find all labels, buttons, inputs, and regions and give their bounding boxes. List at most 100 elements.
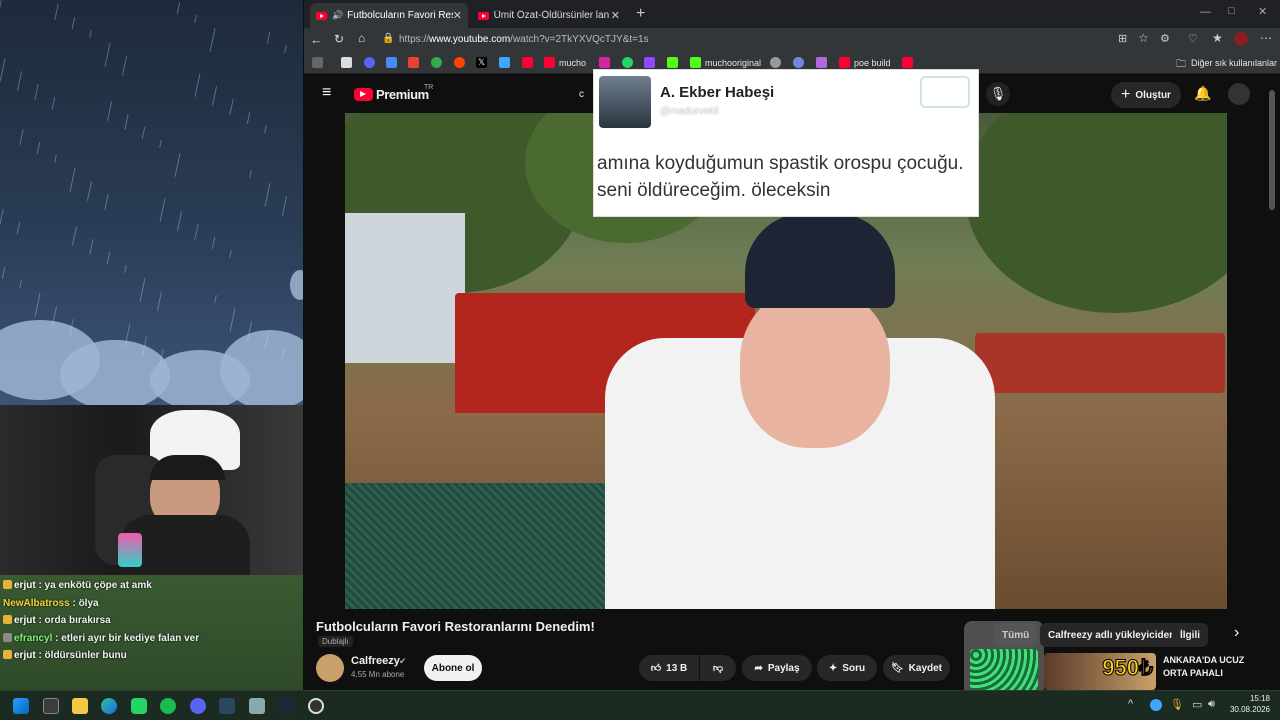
chip-related[interactable]: İlgili	[1172, 623, 1208, 647]
raindrop	[176, 211, 183, 231]
steam-icon[interactable]	[219, 698, 235, 714]
profile-avatar[interactable]	[1234, 32, 1248, 46]
create-button[interactable]: + Oluştur	[1111, 82, 1181, 108]
app-view-icon[interactable]: ⊞	[1118, 32, 1127, 45]
sub-badge-icon	[3, 650, 12, 659]
gmail-icon[interactable]	[408, 57, 419, 68]
kick-icon[interactable]	[690, 57, 701, 68]
youtube-bookmark-icon[interactable]	[522, 57, 533, 68]
tab-futbolcularin[interactable]: 🔊 Futbolcuların Favori Restoranl ✕	[310, 3, 468, 28]
bookmark-icon[interactable]	[770, 57, 781, 68]
address-bar: ← ↻ ⌂ 🔒 https://www.youtube.com/watch?v=…	[304, 28, 1280, 52]
tray-app-icon[interactable]	[1150, 699, 1162, 711]
windows-start-icon[interactable]	[13, 698, 29, 714]
save-button[interactable]: 🔖︎ Kaydet	[883, 655, 950, 681]
minimize-icon[interactable]: —	[1200, 6, 1211, 18]
discord-icon[interactable]	[190, 698, 206, 714]
collections-icon[interactable]: ★	[1212, 31, 1223, 45]
bookmark-icon[interactable]	[816, 57, 827, 68]
tray-chevron-icon[interactable]: ^	[1128, 698, 1133, 710]
spotify-icon[interactable]	[160, 698, 176, 714]
webcam-feed	[0, 405, 303, 575]
close-tab-icon[interactable]: ✕	[611, 9, 620, 22]
bookmark-mucho[interactable]: mucho	[559, 58, 586, 68]
bookmark-icon[interactable]	[386, 57, 397, 68]
discord-icon[interactable]	[364, 57, 375, 68]
channel-name[interactable]: Calfreezy	[351, 655, 400, 667]
x-icon[interactable]: 𝕏	[476, 57, 487, 68]
share-button[interactable]: ➦ Paylaş	[742, 655, 812, 681]
kick-icon[interactable]	[667, 57, 678, 68]
back-icon[interactable]: ←	[310, 32, 323, 47]
clock-date[interactable]: 30.08.2026	[1226, 705, 1270, 714]
share-icon: ➦	[754, 662, 763, 674]
bookmark-icon[interactable]	[312, 57, 323, 68]
recommended-title-line2[interactable]: ORTA PAHALI	[1163, 668, 1223, 678]
clock-time[interactable]: 15:18	[1236, 694, 1270, 703]
url-field[interactable]: https://www.youtube.com/watch?v=2TkYXVQc…	[399, 31, 1119, 49]
obs-icon[interactable]	[308, 698, 324, 714]
more-menu-icon[interactable]: ⋯	[1260, 31, 1272, 45]
reload-icon[interactable]: ↻	[334, 32, 344, 46]
extensions-icon[interactable]: ⚙	[1160, 32, 1170, 45]
edge-icon[interactable]	[101, 698, 117, 714]
task-view-icon[interactable]	[43, 698, 59, 714]
file-explorer-icon[interactable]	[72, 698, 88, 714]
app-icon[interactable]	[249, 698, 265, 714]
whatsapp-icon[interactable]	[622, 57, 633, 68]
ask-button[interactable]: ✦ Soru	[817, 655, 877, 681]
microphone-tray-icon[interactable]: 🎙	[1170, 698, 1184, 711]
youtube-icon	[316, 11, 327, 20]
account-avatar[interactable]	[1228, 83, 1250, 105]
other-favorites[interactable]: Diğer sık kullanılanlar	[1191, 58, 1277, 68]
instagram-icon[interactable]	[599, 57, 610, 68]
microphone-icon[interactable]: 🎙	[986, 82, 1010, 106]
follow-icon	[920, 76, 970, 108]
close-window-icon[interactable]: ✕	[1258, 5, 1267, 18]
hamburger-menu-icon[interactable]: ≡	[322, 84, 331, 102]
twitch-icon[interactable]	[644, 57, 655, 68]
raindrop	[86, 181, 93, 201]
raindrop	[71, 226, 78, 246]
chip-uploader[interactable]: Calfreezy adlı yükleyiciden	[1040, 623, 1184, 647]
google-icon[interactable]	[431, 57, 442, 68]
bookmark-icon[interactable]	[341, 57, 352, 68]
raindrop	[89, 239, 94, 255]
youtube-bookmark-icon[interactable]	[544, 57, 555, 68]
home-icon[interactable]: ⌂	[358, 31, 365, 45]
steam-icon[interactable]	[278, 698, 294, 714]
channel-avatar[interactable]	[316, 654, 344, 682]
tab-umit-ozat[interactable]: Ümit Özat-Öldürsünler lan onu fut ✕	[472, 3, 626, 28]
monitor-icon[interactable]: ▭	[1192, 698, 1202, 711]
raindrop	[281, 196, 288, 216]
like-button[interactable]: 👍︎ 13 B	[639, 655, 699, 681]
youtube-bookmark-icon[interactable]	[902, 57, 913, 68]
tweet-avatar	[599, 76, 651, 128]
chip-all[interactable]: Tümü	[994, 623, 1038, 647]
raindrop	[34, 84, 39, 100]
reddit-icon[interactable]	[454, 57, 465, 68]
notifications-bell-icon[interactable]: 🔔	[1194, 85, 1211, 102]
bookmark-poe-build[interactable]: poe build	[854, 58, 891, 68]
recommended-title-line1[interactable]: ANKARA'DA UCUZ	[1163, 655, 1244, 665]
chevron-right-icon[interactable]: ›	[1234, 624, 1239, 642]
region-code: TR	[424, 84, 434, 91]
close-tab-icon[interactable]: ✕	[453, 9, 462, 22]
maximize-icon[interactable]: □	[1228, 5, 1235, 17]
bookmark-muchooriginal[interactable]: muchooriginal	[705, 58, 761, 68]
youtube-bookmark-icon[interactable]	[839, 57, 850, 68]
browser-essentials-icon[interactable]: ♡	[1188, 32, 1198, 45]
raindrop	[54, 154, 57, 164]
recommended-thumbnail[interactable]: 950₺	[1044, 653, 1156, 690]
volume-icon[interactable]: 🔊︎	[1208, 698, 1215, 711]
dislike-button[interactable]: 👎︎	[700, 655, 736, 681]
raindrop	[156, 291, 163, 311]
bookmark-icon[interactable]	[499, 57, 510, 68]
bookmark-icon[interactable]	[793, 57, 804, 68]
new-tab-icon[interactable]: +	[636, 5, 645, 23]
favorite-star-icon[interactable]: ☆	[1138, 31, 1149, 45]
page-scrollbar[interactable]	[1269, 90, 1275, 210]
tweet-overlay: A. Ekber Habeşi @madurvekil amına koyduğ…	[593, 69, 979, 217]
subscribe-button[interactable]: Abone ol	[424, 655, 482, 681]
whatsapp-icon[interactable]	[131, 698, 147, 714]
